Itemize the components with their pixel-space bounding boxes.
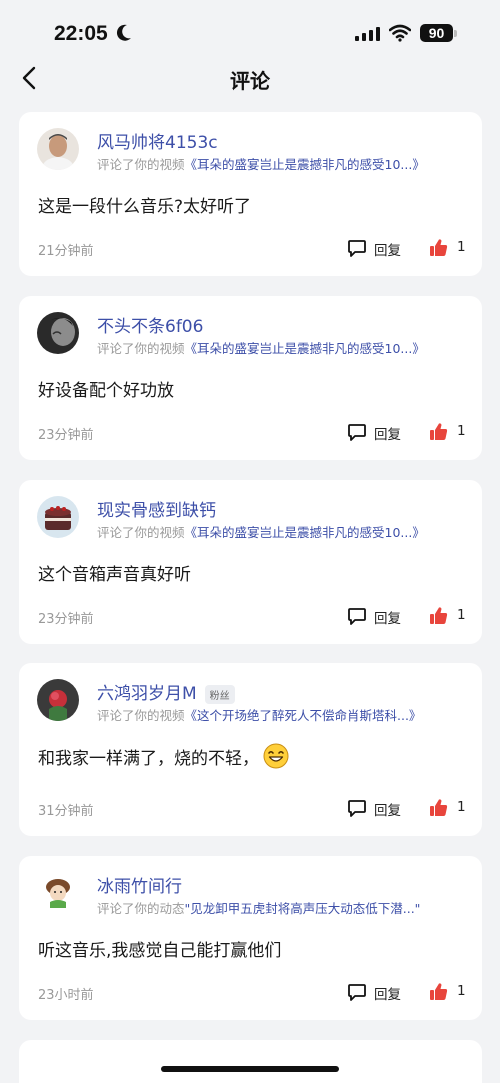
comment-line: 和我家一样满了，烧的不轻， — [38, 743, 289, 769]
username[interactable]: 风马帅将4153c — [97, 128, 218, 153]
video-link[interactable]: 《耳朵的盛宴岂止是震撼非凡的感受10...》 — [185, 157, 425, 172]
username[interactable]: 现实骨感到缺钙 — [97, 496, 216, 521]
comment-card[interactable]: 风马帅将4153c 评论了你的视频《耳朵的盛宴岂止是震撼非凡的感受10...》 … — [19, 112, 482, 276]
action-text: 评论了你的动态 — [97, 901, 185, 916]
comment-card[interactable]: 六鸿羽岁月M 粉丝 评论了你的视频《这个开场绝了醉死人不偿命肖斯塔科...》 和我… — [19, 663, 482, 836]
video-link[interactable]: 《这个开场绝了醉死人不偿命肖斯塔科...》 — [185, 708, 422, 723]
video-link[interactable]: 《耳朵的盛宴岂止是震撼非凡的感受10...》 — [185, 341, 425, 356]
like-count: 1 — [457, 799, 466, 815]
like-count: 1 — [457, 983, 466, 999]
username-text: 六鸿羽岁月M — [97, 684, 197, 704]
avatar[interactable] — [37, 128, 79, 170]
reply-label: 回复 — [374, 427, 401, 443]
comment-card[interactable]: 冰雨竹间行 评论了你的动态"见龙卸甲五虎封将高声压大动态低下潜..." 听这音乐… — [19, 856, 482, 1020]
reply-label: 回复 — [374, 243, 401, 259]
signal-icon — [355, 27, 380, 41]
thumbs-up-icon — [430, 239, 448, 256]
reply-label: 回复 — [374, 803, 401, 819]
moon-icon — [116, 24, 131, 41]
action-text: 评论了你的视频 — [97, 525, 185, 540]
status-time: 22:05 — [54, 22, 108, 45]
comment-text: 听这音乐,我感觉自己能打赢他们 — [38, 941, 282, 961]
comment-context: 评论了你的视频《耳朵的盛宴岂止是震撼非凡的感受10...》 — [97, 154, 425, 173]
comment-bubble-icon — [348, 424, 366, 441]
avatar[interactable] — [37, 312, 79, 354]
grinning-emoji-icon — [263, 743, 289, 769]
thumbs-up-icon — [430, 983, 448, 1000]
like-count: 1 — [457, 607, 466, 623]
comment-text: 好设备配个好功放 — [38, 381, 174, 401]
reply-label: 回复 — [374, 611, 401, 627]
battery-tip — [454, 30, 457, 37]
battery-icon: 90 — [420, 24, 453, 42]
comment-bubble-icon — [348, 984, 366, 1001]
nav-bar: 评论 — [0, 56, 500, 100]
thumbs-up-icon — [430, 607, 448, 624]
comment-context: 评论了你的视频《耳朵的盛宴岂止是震撼非凡的感受10...》 — [97, 338, 425, 357]
reply-label: 回复 — [374, 987, 401, 1003]
thumbs-up-icon — [430, 423, 448, 440]
comment-card[interactable]: 不头不条6f06 评论了你的视频《耳朵的盛宴岂止是震撼非凡的感受10...》 好… — [19, 296, 482, 460]
comment-bubble-icon — [348, 608, 366, 625]
avatar[interactable] — [37, 679, 79, 721]
comment-time: 23分钟前 — [38, 428, 94, 443]
action-text: 评论了你的视频 — [97, 157, 185, 172]
video-link[interactable]: 《耳朵的盛宴岂止是震撼非凡的感受10...》 — [185, 525, 425, 540]
comment-text: 这是一段什么音乐?太好听了 — [38, 197, 252, 217]
page-title: 评论 — [230, 69, 270, 93]
username-text: 现实骨感到缺钙 — [97, 501, 216, 521]
username[interactable]: 不头不条6f06 — [97, 312, 203, 337]
comment-bubble-icon — [348, 240, 366, 257]
like-count: 1 — [457, 239, 466, 255]
comment-context: 评论了你的视频《耳朵的盛宴岂止是震撼非凡的感受10...》 — [97, 522, 425, 541]
action-text: 评论了你的视频 — [97, 708, 185, 723]
comment-text: 和我家一样满了，烧的不轻， — [38, 749, 259, 769]
like-count: 1 — [457, 423, 466, 439]
username-text: 不头不条6f06 — [97, 317, 204, 337]
wifi-icon — [389, 24, 411, 42]
username[interactable]: 六鸿羽岁月M 粉丝 — [97, 679, 235, 704]
comment-card-partial[interactable] — [19, 1040, 482, 1083]
home-indicator[interactable] — [161, 1066, 339, 1072]
comment-context: 评论了你的动态"见龙卸甲五虎封将高声压大动态低下潜..." — [97, 898, 420, 917]
comment-card[interactable]: 现实骨感到缺钙 评论了你的视频《耳朵的盛宴岂止是震撼非凡的感受10...》 这个… — [19, 480, 482, 644]
avatar[interactable] — [37, 872, 79, 914]
comment-context: 评论了你的视频《这个开场绝了醉死人不偿命肖斯塔科...》 — [97, 705, 421, 724]
thumbs-up-icon — [430, 799, 448, 816]
post-link[interactable]: "见龙卸甲五虎封将高声压大动态低下潜..." — [185, 901, 421, 916]
comment-text: 这个音箱声音真好听 — [38, 565, 191, 585]
action-text: 评论了你的视频 — [97, 341, 185, 356]
comment-time: 31分钟前 — [38, 804, 94, 819]
comment-time: 21分钟前 — [38, 244, 94, 259]
comment-time: 23小时前 — [38, 988, 94, 1003]
comment-time: 23分钟前 — [38, 612, 94, 627]
username-text: 风马帅将4153c — [97, 133, 218, 153]
username[interactable]: 冰雨竹间行 — [97, 872, 182, 897]
fan-badge: 粉丝 — [204, 684, 235, 704]
avatar[interactable] — [37, 496, 79, 538]
comment-bubble-icon — [348, 800, 366, 817]
username-text: 冰雨竹间行 — [97, 877, 182, 897]
